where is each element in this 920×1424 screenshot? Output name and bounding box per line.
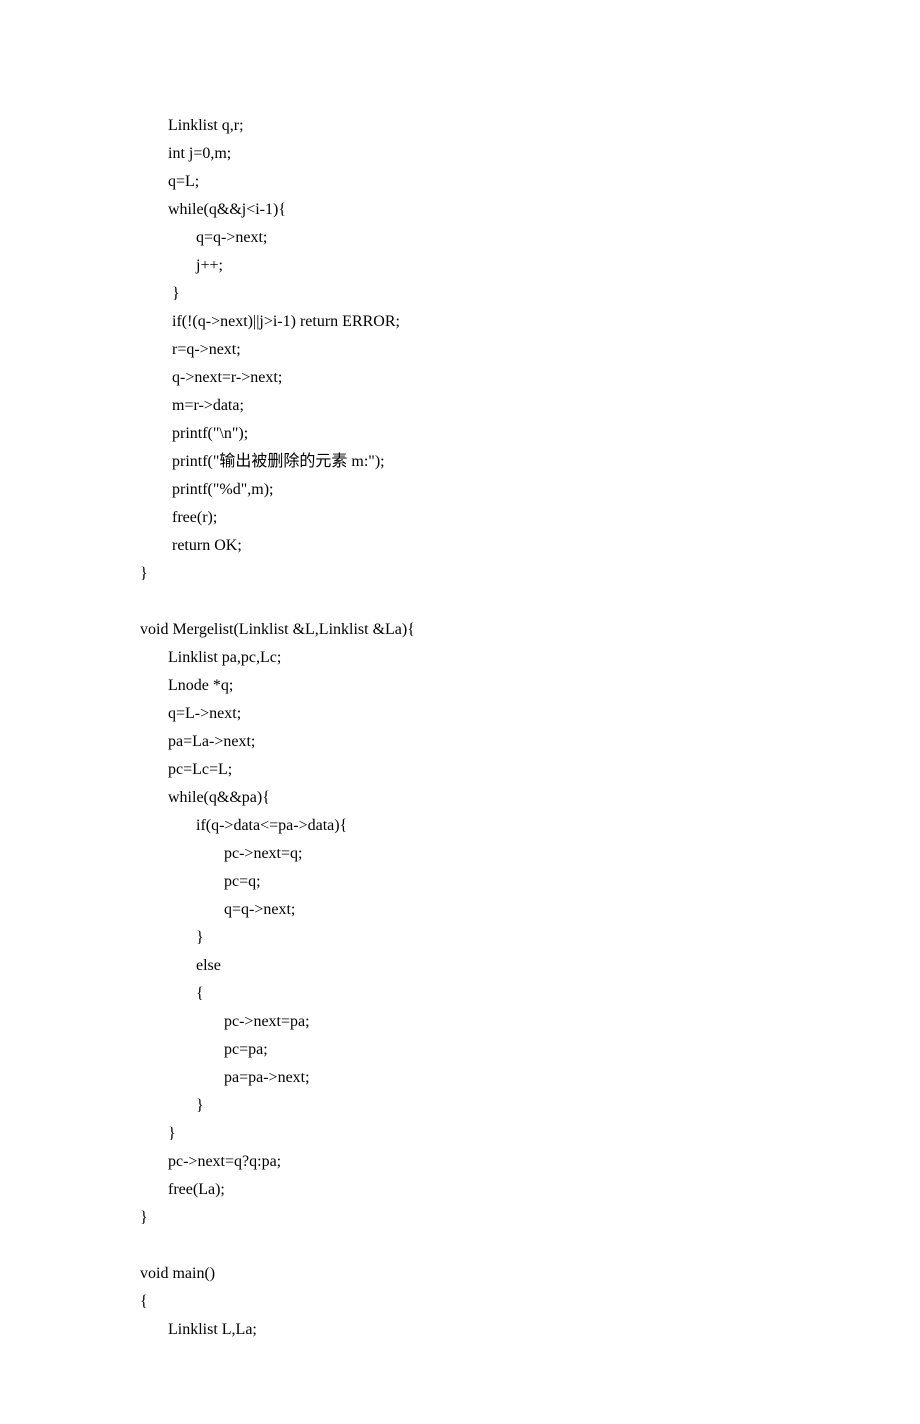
code-line [140,588,780,616]
code-line: } [140,560,780,588]
code-line: void main() [140,1260,780,1288]
code-line: pc->next=q; [140,840,780,868]
code-line: j++; [140,252,780,280]
code-line: { [140,980,780,1008]
code-line: pc=q; [140,868,780,896]
code-line: q=L->next; [140,700,780,728]
code-line: free(r); [140,504,780,532]
code-line: } [140,924,780,952]
code-line: printf("输出被删除的元素 m:"); [140,448,780,476]
code-line: printf("%d",m); [140,476,780,504]
code-line: Lnode *q; [140,672,780,700]
code-line: else [140,952,780,980]
code-line: return OK; [140,532,780,560]
code-line: pc->next=pa; [140,1008,780,1036]
code-line: Linklist q,r; [140,112,780,140]
code-line: pa=La->next; [140,728,780,756]
code-line: q->next=r->next; [140,364,780,392]
code-line [140,1232,780,1260]
code-line: q=q->next; [140,224,780,252]
code-line: if(q->data<=pa->data){ [140,812,780,840]
code-line: pc=Lc=L; [140,756,780,784]
code-line: pc=pa; [140,1036,780,1064]
code-block: Linklist q,r; int j=0,m; q=L; while(q&&j… [140,112,780,1344]
code-line: if(!(q->next)||j>i-1) return ERROR; [140,308,780,336]
code-line: } [140,1092,780,1120]
code-line: m=r->data; [140,392,780,420]
code-line: q=L; [140,168,780,196]
code-line: } [140,1204,780,1232]
code-line: printf("\n"); [140,420,780,448]
code-line: while(q&&j<i-1){ [140,196,780,224]
code-line: Linklist pa,pc,Lc; [140,644,780,672]
code-line: } [140,1120,780,1148]
document-page: Linklist q,r; int j=0,m; q=L; while(q&&j… [0,0,920,1424]
code-line: q=q->next; [140,896,780,924]
code-line: pa=pa->next; [140,1064,780,1092]
code-line: int j=0,m; [140,140,780,168]
code-line: r=q->next; [140,336,780,364]
code-line: pc->next=q?q:pa; [140,1148,780,1176]
code-line: { [140,1288,780,1316]
code-line: void Mergelist(Linklist &L,Linklist &La)… [140,616,780,644]
code-line: } [140,280,780,308]
code-line: Linklist L,La; [140,1316,780,1344]
code-line: free(La); [140,1176,780,1204]
code-line: while(q&&pa){ [140,784,780,812]
